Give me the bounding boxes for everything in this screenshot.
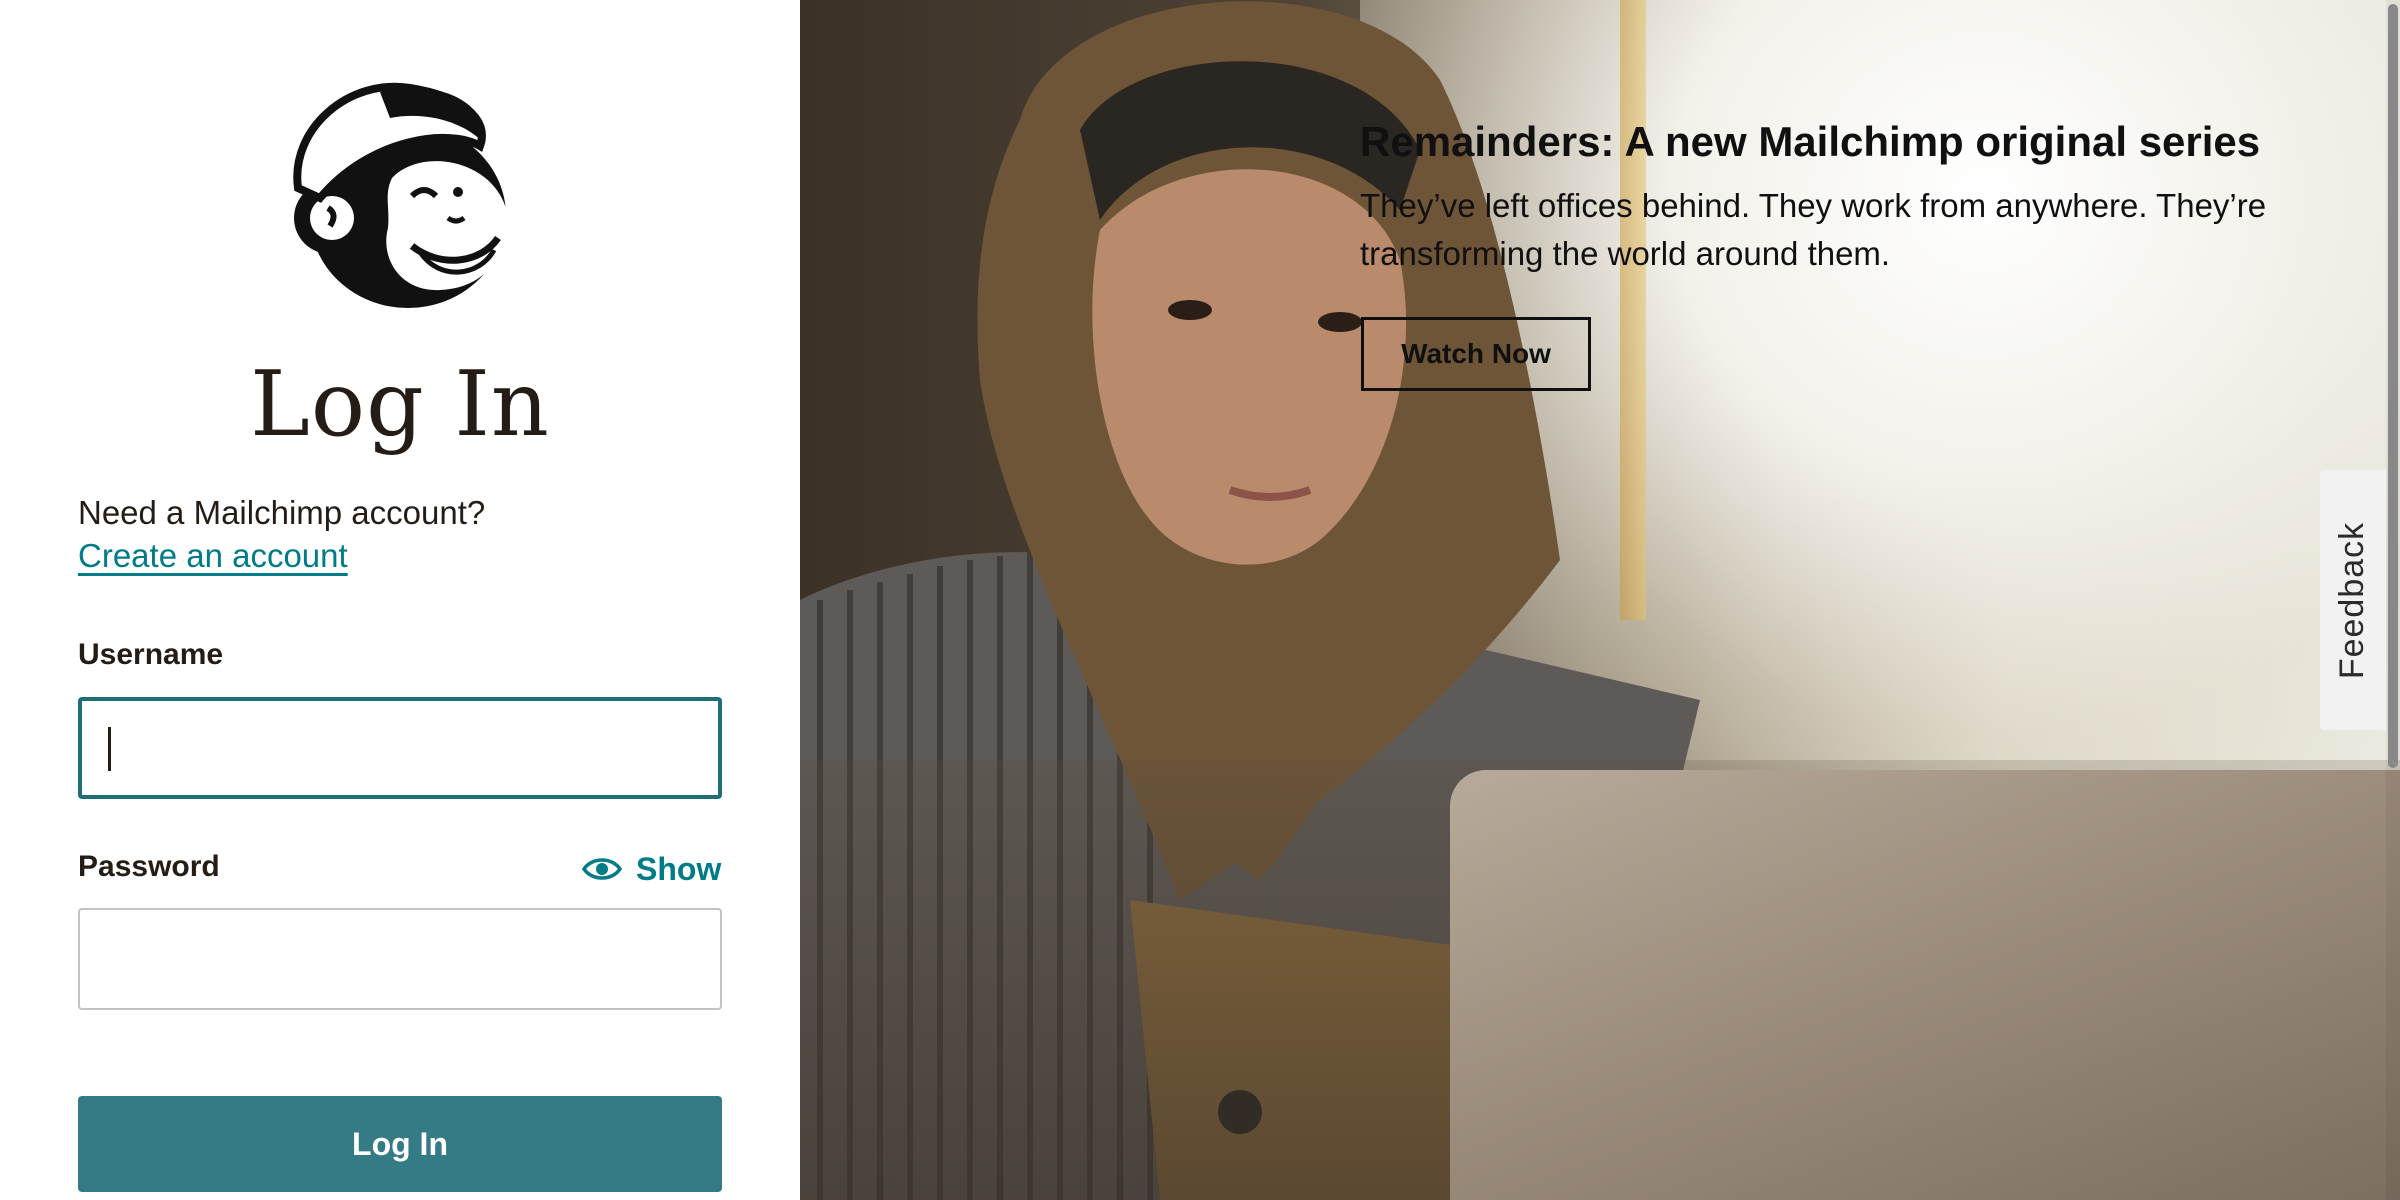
scrollbar-thumb[interactable]	[2388, 4, 2398, 768]
hero-description: They’ve left offices behind. They work f…	[1360, 187, 2267, 272]
feedback-tab[interactable]: Feedback	[2320, 470, 2386, 730]
hero-text-block: Remainders: A new Mailchimp original ser…	[1360, 118, 2360, 278]
need-account-text: Need a Mailchimp account?	[78, 494, 486, 531]
username-input[interactable]	[78, 697, 722, 799]
mailchimp-logo	[293, 82, 507, 308]
page-title: Log In	[250, 352, 550, 457]
password-input[interactable]	[78, 908, 722, 1010]
text-cursor	[108, 727, 111, 771]
password-label: Password	[78, 850, 220, 883]
username-label: Username	[78, 638, 224, 671]
show-password-toggle[interactable]: Show	[582, 847, 721, 891]
watch-now-button[interactable]: Watch Now	[1361, 317, 1591, 391]
laptop	[1450, 770, 2400, 1200]
login-panel: Log In Need a Mailchimp account? Create …	[0, 0, 800, 1200]
hero-title: Remainders: A new Mailchimp original ser…	[1360, 118, 2261, 165]
hero-panel: Remainders: A new Mailchimp original ser…	[800, 0, 2400, 1200]
page-scrollbar[interactable]	[2386, 0, 2400, 1200]
create-account-link[interactable]: Create an account	[78, 537, 348, 575]
show-password-label: Show	[636, 850, 722, 887]
login-button[interactable]: Log In	[78, 1096, 722, 1192]
eye-icon	[582, 858, 622, 880]
feedback-label: Feedback	[2333, 521, 2372, 679]
